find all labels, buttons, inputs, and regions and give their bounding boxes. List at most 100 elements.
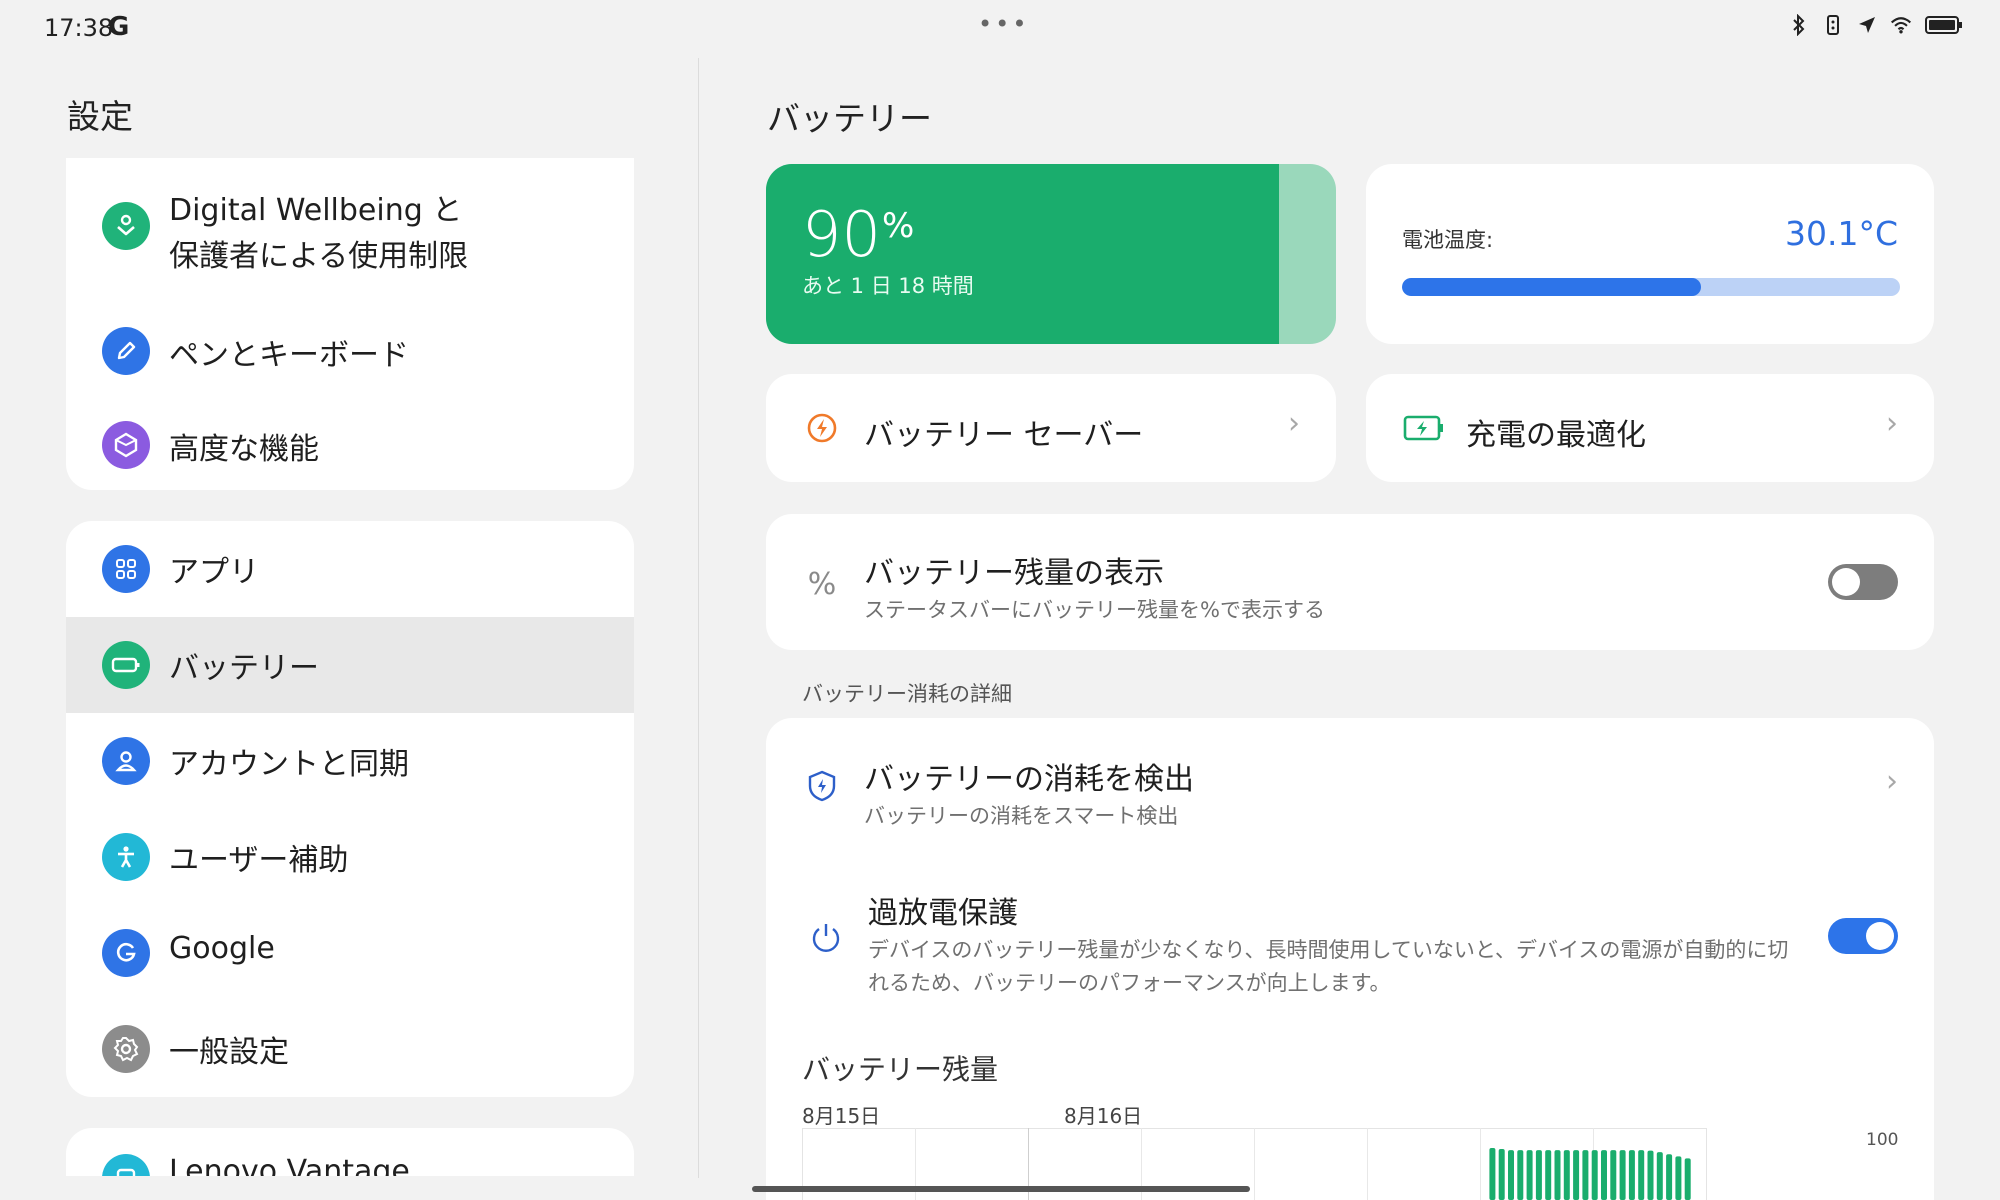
status-icons xyxy=(1788,14,1964,36)
wifi-icon xyxy=(1890,14,1912,36)
percent-display-title: バッテリー残量の表示 xyxy=(864,556,1164,591)
battery-level-bar xyxy=(1684,1158,1691,1200)
chart-date-label: 8月15日 xyxy=(802,1104,881,1128)
battery-temperature-card: 電池温度: 30.1°C xyxy=(1366,164,1934,344)
battery-saver-icon xyxy=(802,408,842,448)
bluetooth-icon xyxy=(1788,14,1810,36)
battery-level-bar xyxy=(1647,1150,1654,1200)
settings-group-2: アプリ バッテリー アカウントと同期 ユーザー補助 Google 一般設定 xyxy=(66,521,634,1097)
vibrate-icon xyxy=(1822,14,1844,36)
battery-level-bar xyxy=(1563,1150,1570,1200)
page-title: バッテリー xyxy=(767,99,932,138)
battery-level-bar xyxy=(1498,1149,1505,1200)
charge-optimize-label: 充電の最適化 xyxy=(1466,418,1646,453)
hexagon-icon xyxy=(102,421,150,469)
battery-level-bar xyxy=(1675,1156,1682,1200)
home-gesture-bar[interactable] xyxy=(752,1186,1250,1192)
location-icon xyxy=(1856,14,1878,36)
over-discharge-toggle[interactable] xyxy=(1828,918,1898,954)
battery-time-remaining: あと 1 日 18 時間 xyxy=(802,274,974,298)
battery-saver-row[interactable]: バッテリー セーバー › xyxy=(766,374,1336,482)
section-header: バッテリー消耗の詳細 xyxy=(802,682,1012,706)
sidebar-item-label: 高度な機能 xyxy=(169,432,319,467)
battery-percent-sign: % xyxy=(882,206,915,246)
sidebar-item-google[interactable]: Google xyxy=(66,905,634,1001)
settings-group-1: Digital Wellbeing と 保護者による使用制限 ペンとキーボード … xyxy=(66,158,634,490)
over-discharge-subtitle: デバイスのバッテリー残量が少なくなり、長時間使用していないと、デバイスの電源が自… xyxy=(868,938,1789,995)
gear-icon xyxy=(102,1025,150,1073)
sidebar-item-label: アプリ xyxy=(169,555,259,590)
accessibility-icon xyxy=(102,833,150,881)
sidebar-item-label: ユーザー補助 xyxy=(169,843,349,878)
over-discharge-title: 過放電保護 xyxy=(868,896,1018,931)
chevron-right-icon: › xyxy=(1886,406,1898,441)
sidebar-item-label: Google xyxy=(169,931,275,966)
percent-icon: % xyxy=(807,566,837,602)
sidebar-item-advanced[interactable]: 高度な機能 xyxy=(66,400,634,490)
sidebar-item-label: Digital Wellbeing と 保護者による使用制限 xyxy=(169,193,469,274)
sidebar-item-lenovo-vantage[interactable]: Lenovo Vantage xyxy=(66,1128,634,1176)
sidebar-item-label: 一般設定 xyxy=(169,1035,289,1070)
battery-level-bar xyxy=(1545,1150,1552,1200)
chevron-right-icon: › xyxy=(1288,406,1300,441)
google-icon xyxy=(102,929,150,977)
battery-level-bar xyxy=(1573,1150,1580,1200)
sidebar-item-general[interactable]: 一般設定 xyxy=(66,1001,634,1097)
temperature-label: 電池温度: xyxy=(1402,228,1494,252)
temperature-bar-fill xyxy=(1402,278,1701,296)
battery-full-icon xyxy=(1924,14,1964,36)
battery-level-bar xyxy=(1601,1150,1607,1200)
sidebar-item-pen-keyboard[interactable]: ペンとキーボード xyxy=(66,306,634,396)
chart-axis-max-label: 100 xyxy=(1866,1130,1899,1150)
vantage-icon xyxy=(102,1154,150,1176)
sidebar-item-digital-wellbeing[interactable]: Digital Wellbeing と 保護者による使用制限 xyxy=(66,176,634,276)
sidebar-item-apps[interactable]: アプリ xyxy=(66,521,634,617)
battery-level-bar xyxy=(1656,1152,1663,1200)
shield-bolt-icon xyxy=(802,766,842,806)
battery-icon xyxy=(102,641,150,689)
charge-optimize-row[interactable]: 充電の最適化 › xyxy=(1366,374,1934,482)
battery-level-bar xyxy=(1508,1150,1514,1200)
sidebar-item-accounts[interactable]: アカウントと同期 xyxy=(66,713,634,809)
battery-saver-label: バッテリー セーバー xyxy=(864,418,1144,453)
percent-display-subtitle: ステータスバーにバッテリー残量を%で表示する xyxy=(864,598,1325,622)
settings-group-3: Lenovo Vantage xyxy=(66,1128,634,1176)
wellbeing-icon xyxy=(102,202,150,250)
drain-detect-title[interactable]: バッテリーの消耗を検出 xyxy=(864,754,1194,798)
sidebar-item-label: ペンとキーボード xyxy=(169,338,409,373)
battery-level-bar xyxy=(1628,1150,1635,1200)
pane-divider xyxy=(698,58,699,1178)
sidebar-item-label: Lenovo Vantage xyxy=(169,1154,410,1176)
battery-detail-card: バッテリーの消耗を検出 バッテリーの消耗をスマート検出 › 過放電保護 デバイス… xyxy=(766,718,1934,1200)
sidebar-item-battery[interactable]: バッテリー xyxy=(66,617,634,713)
drain-detect-subtitle: バッテリーの消耗をスマート検出 xyxy=(864,804,1179,828)
battery-level-bar xyxy=(1582,1150,1589,1200)
apps-grid-icon xyxy=(102,545,150,593)
charge-optimize-icon xyxy=(1402,408,1446,448)
battery-level-chart-title: バッテリー残量 xyxy=(802,1053,999,1086)
battery-level-bar xyxy=(1535,1150,1542,1200)
battery-level-bar xyxy=(1610,1150,1617,1200)
google-status-icon: G xyxy=(108,12,130,42)
sidebar-item-accessibility[interactable]: ユーザー補助 xyxy=(66,809,634,905)
battery-level-bar xyxy=(1517,1150,1524,1200)
temperature-bar xyxy=(1402,278,1900,296)
chevron-right-icon[interactable]: › xyxy=(1886,764,1898,799)
battery-level-bar xyxy=(1666,1154,1673,1200)
status-time: 17:38 xyxy=(44,14,114,42)
pen-icon xyxy=(102,327,150,375)
battery-level-bar xyxy=(1638,1150,1645,1200)
battery-percent-display-row[interactable]: % バッテリー残量の表示 ステータスバーにバッテリー残量を%で表示する xyxy=(766,514,1934,650)
multiwindow-dots[interactable]: ••• xyxy=(978,10,1029,38)
battery-level-bar xyxy=(1489,1148,1496,1200)
battery-level-bar xyxy=(1554,1150,1561,1200)
battery-level-bar xyxy=(1526,1150,1533,1200)
settings-title: 設定 xyxy=(67,97,133,136)
percent-display-toggle[interactable] xyxy=(1828,564,1898,600)
battery-level-bar xyxy=(1619,1150,1626,1200)
account-icon xyxy=(102,737,150,785)
sidebar-item-label: アカウントと同期 xyxy=(169,747,409,782)
battery-level-card: 90 % あと 1 日 18 時間 xyxy=(766,164,1336,344)
battery-percent: 90 xyxy=(802,198,881,271)
battery-level-bar xyxy=(1591,1150,1598,1200)
